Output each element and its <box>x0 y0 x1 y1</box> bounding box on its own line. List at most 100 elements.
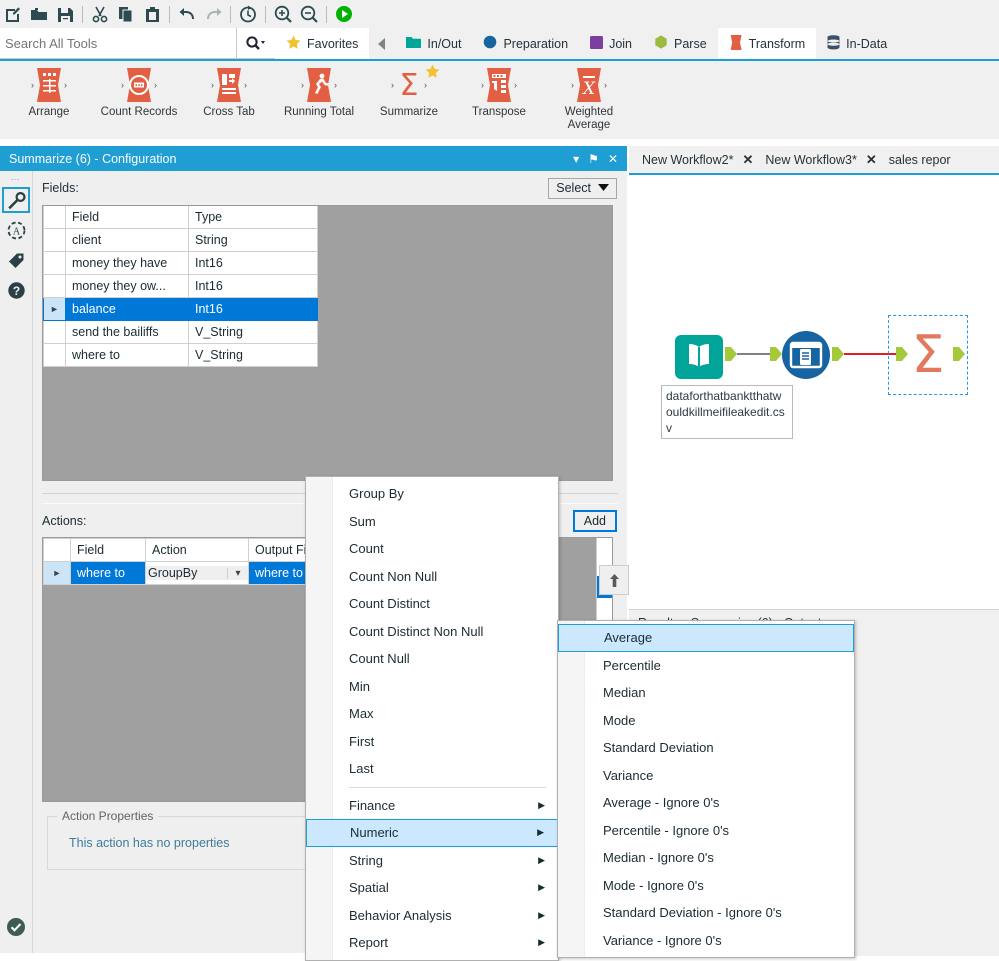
tab-in-out[interactable]: In/Out <box>395 28 472 59</box>
tab-favorites[interactable]: Favorites <box>275 28 370 59</box>
row-selector[interactable] <box>43 228 66 252</box>
row-selector[interactable] <box>43 343 66 367</box>
table-row[interactable]: where to V_String <box>43 343 318 367</box>
tab-new-workflow3[interactable]: New Workflow3* ✕ <box>759 146 882 173</box>
workflow-canvas[interactable]: Σ dataforthatbanktthatwouldkillmeifileak… <box>629 175 999 609</box>
tool-weighted-average[interactable]: › X › Weighted Average <box>544 61 634 132</box>
submenu-item-mode-ignore-zeros[interactable]: Mode - Ignore 0's <box>558 872 854 900</box>
submenu-item-percentile[interactable]: Percentile <box>558 652 854 680</box>
tool-running-total[interactable]: › › Running Total <box>274 61 364 119</box>
help-icon[interactable]: ? <box>0 275 32 305</box>
tab-parse[interactable]: Parse <box>643 28 718 59</box>
row-selector[interactable] <box>43 320 66 344</box>
chevron-down-icon[interactable]: ▾ <box>227 567 248 579</box>
tab-preparation[interactable]: Preparation <box>472 28 579 59</box>
menu-item-report[interactable]: Report ▶ <box>306 929 558 957</box>
table-row-selected[interactable]: ► balance Int16 <box>43 297 318 321</box>
menu-item-max[interactable]: Max <box>306 700 558 728</box>
search-icon[interactable] <box>237 28 275 59</box>
scroll-categories-left-button[interactable] <box>369 28 395 59</box>
menu-item-group-by[interactable]: Group By <box>306 480 558 508</box>
tab-join[interactable]: Join <box>579 28 643 59</box>
fields-col-field: Field <box>65 206 189 229</box>
menu-item-finance[interactable]: Finance ▶ <box>306 792 558 820</box>
select-button[interactable]: Select <box>548 177 617 199</box>
submenu-item-percentile-ignore-zeros[interactable]: Percentile - Ignore 0's <box>558 817 854 845</box>
submenu-item-median-ignore-zeros[interactable]: Median - Ignore 0's <box>558 844 854 872</box>
open-folder-icon[interactable] <box>26 1 52 27</box>
table-row[interactable]: client String <box>43 228 318 252</box>
menu-item-first[interactable]: First <box>306 728 558 756</box>
menu-item-count-non-null[interactable]: Count Non Null <box>306 563 558 591</box>
tool-transpose[interactable]: › › Transpose <box>454 61 544 119</box>
submenu-item-average-ignore-zeros[interactable]: Average - Ignore 0's <box>558 789 854 817</box>
tab-sales-report[interactable]: sales repor <box>883 146 957 173</box>
input-data-node[interactable] <box>674 331 724 384</box>
menu-item-count-distinct[interactable]: Count Distinct <box>306 590 558 618</box>
tab-transform[interactable]: Transform <box>717 28 817 59</box>
submenu-item-average[interactable]: Average <box>558 624 854 652</box>
configuration-wrench-icon[interactable] <box>0 185 32 215</box>
submenu-item-median[interactable]: Median <box>558 679 854 707</box>
search-input[interactable] <box>3 34 236 52</box>
summarize-node[interactable]: Σ <box>901 325 955 385</box>
move-up-button[interactable] <box>599 565 629 595</box>
row-selector[interactable] <box>43 274 66 298</box>
paste-icon[interactable] <box>139 1 165 27</box>
submenu-item-variance[interactable]: Variance <box>558 762 854 790</box>
submenu-item-standard-deviation[interactable]: Standard Deviation <box>558 734 854 762</box>
tool-summarize[interactable]: › Σ › Summarize <box>364 61 454 119</box>
row-selector[interactable] <box>43 251 66 275</box>
menu-item-count-distinct-non-null[interactable]: Count Distinct Non Null <box>306 618 558 646</box>
browse-node[interactable] <box>781 330 831 383</box>
row-selector[interactable]: ► <box>43 561 71 585</box>
menu-item-last[interactable]: Last <box>306 755 558 783</box>
run-icon[interactable] <box>331 1 357 27</box>
tag-icon[interactable] <box>0 245 32 275</box>
search-input-wrap[interactable] <box>0 28 237 59</box>
submenu-item-standard-deviation-ignore-zeros[interactable]: Standard Deviation - Ignore 0's <box>558 899 854 927</box>
menu-item-sum[interactable]: Sum <box>306 508 558 536</box>
panel-menu-icon[interactable]: ▾ <box>573 152 579 166</box>
menu-item-count[interactable]: Count <box>306 535 558 563</box>
save-icon[interactable] <box>52 1 78 27</box>
menu-item-spatial[interactable]: Spatial ▶ <box>306 874 558 902</box>
fields-grid[interactable]: Field Type client String money they have… <box>42 205 613 481</box>
close-icon[interactable]: ✕ <box>866 152 877 168</box>
action-context-menu[interactable]: Group By Sum Count Count Non Null Count … <box>305 476 559 961</box>
close-icon[interactable]: ✕ <box>742 152 753 168</box>
menu-item-numeric[interactable]: Numeric ▶ <box>306 819 558 847</box>
tab-in-database[interactable]: In-Data <box>816 28 898 59</box>
zoom-in-icon[interactable] <box>270 1 296 27</box>
cut-icon[interactable] <box>87 1 113 27</box>
table-row[interactable]: money they ow... Int16 <box>43 274 318 298</box>
numeric-submenu[interactable]: Average Percentile Median Mode Standard … <box>557 620 855 958</box>
schedule-icon[interactable] <box>235 1 261 27</box>
redo-icon[interactable] <box>200 1 226 27</box>
close-icon[interactable]: ✕ <box>608 152 618 166</box>
tool-arrange[interactable]: › › Arrange <box>4 61 94 119</box>
table-row[interactable]: send the bailiffs V_String <box>43 320 318 344</box>
menu-item-count-null[interactable]: Count Null <box>306 645 558 673</box>
table-row[interactable]: money they have Int16 <box>43 251 318 275</box>
menu-item-min[interactable]: Min <box>306 673 558 701</box>
input-data-annotation[interactable]: dataforthatbanktthatwouldkillmeifileaked… <box>661 385 793 439</box>
copy-icon[interactable] <box>113 1 139 27</box>
submenu-item-variance-ignore-zeros[interactable]: Variance - Ignore 0's <box>558 927 854 955</box>
submenu-item-mode[interactable]: Mode <box>558 707 854 735</box>
zoom-out-icon[interactable] <box>296 1 322 27</box>
pin-icon[interactable]: ⚑ <box>588 152 599 166</box>
tool-cross-tab[interactable]: › › Cross Tab <box>184 61 274 119</box>
undo-icon[interactable] <box>174 1 200 27</box>
new-workflow-icon[interactable] <box>0 1 26 27</box>
menu-item-string[interactable]: String ▶ <box>306 847 558 875</box>
tool-count-records[interactable]: › › Count Records <box>94 61 184 119</box>
add-button[interactable]: Add <box>572 509 617 532</box>
row-selector[interactable]: ► <box>43 297 66 321</box>
menu-item-behavior-analysis[interactable]: Behavior Analysis ▶ <box>306 902 558 930</box>
connection-input-to-browse[interactable] <box>737 353 771 355</box>
tab-new-workflow2[interactable]: New Workflow2* ✕ <box>636 146 759 173</box>
action-dropdown[interactable]: GroupBy ▾ <box>145 561 249 585</box>
annotation-icon[interactable]: A <box>0 215 32 245</box>
rail-drag-handle[interactable]: ⋯ <box>0 171 32 185</box>
